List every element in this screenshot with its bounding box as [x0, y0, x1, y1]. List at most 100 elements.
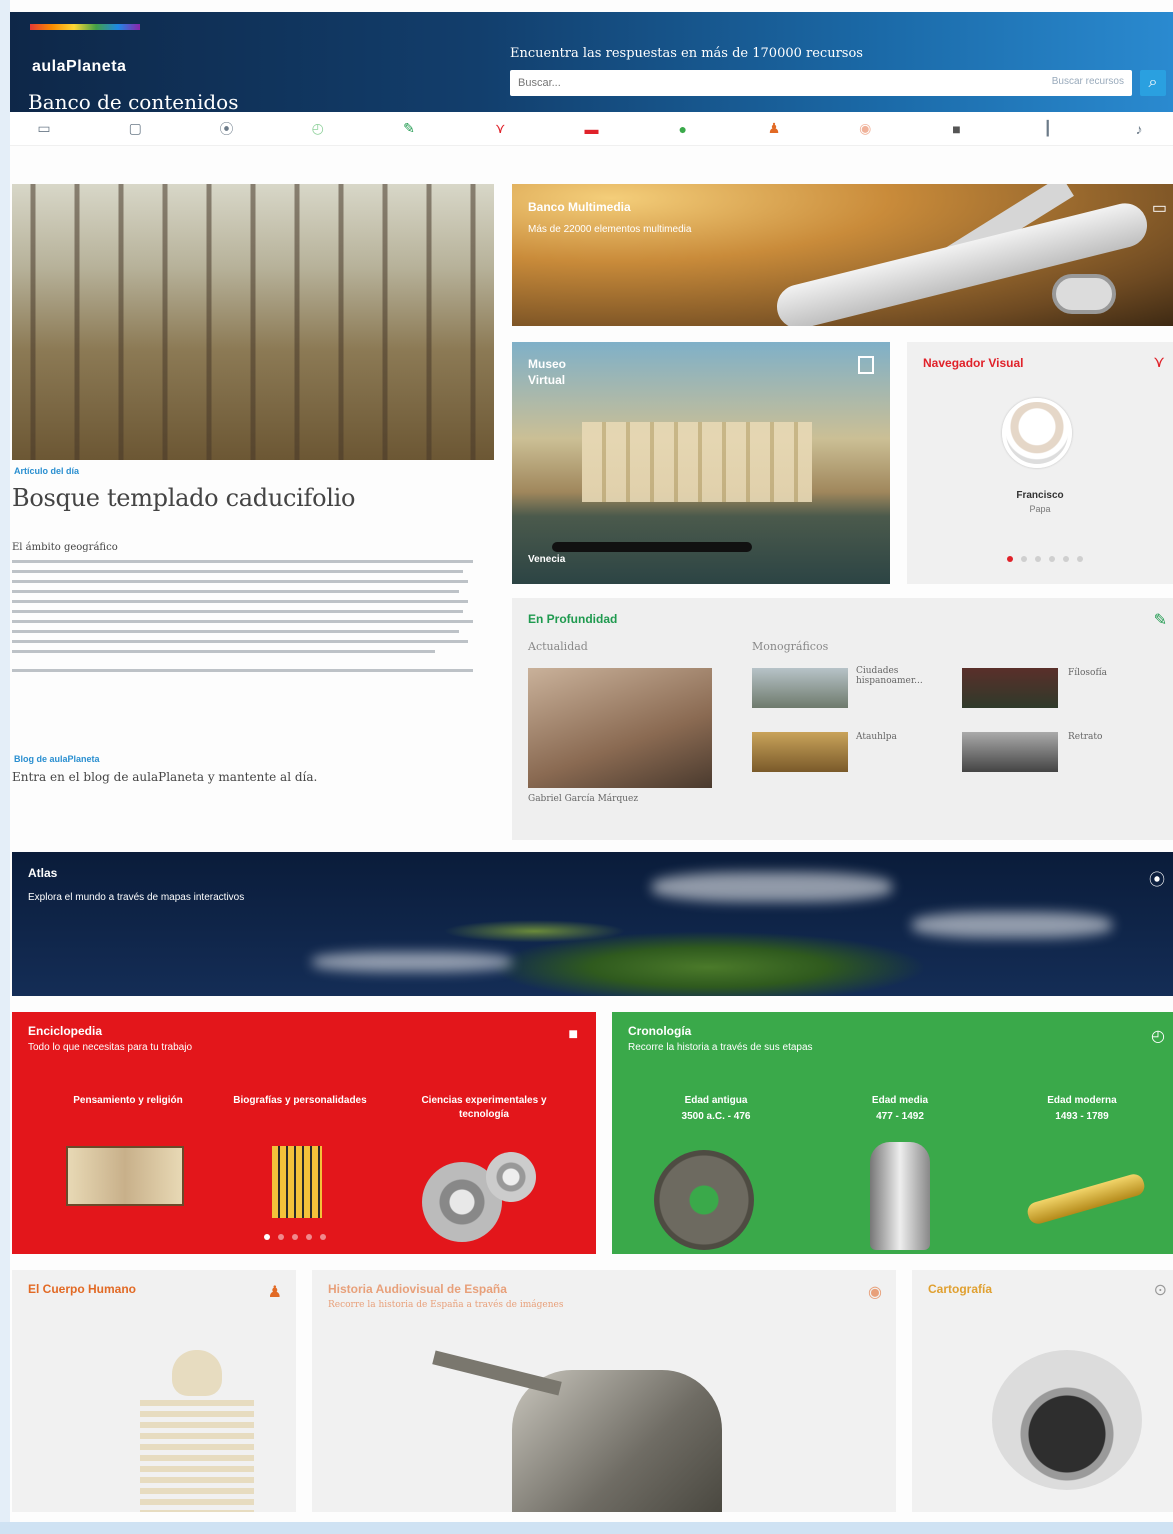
- pushpin-icon: ✎: [1153, 612, 1167, 629]
- period-range: 3500 a.C. - 476: [681, 1111, 751, 1122]
- brand-stripe: [30, 24, 140, 30]
- forest-image[interactable]: [12, 184, 494, 460]
- enciclopedia-card[interactable]: Enciclopedia Todo lo que necesitas para …: [12, 1012, 596, 1254]
- bag-icon[interactable]: ■: [945, 121, 969, 137]
- cartografia-card[interactable]: Cartografía ⊙: [912, 1270, 1173, 1512]
- search-caption: Encuentra las respuestas en más de 17000…: [510, 46, 863, 61]
- museo-caption: Venecia: [528, 554, 566, 565]
- monitor-icon: ▭: [1151, 200, 1167, 217]
- navegador-visual-card[interactable]: Navegador Visual ⋎ Francisco Papa: [907, 342, 1173, 584]
- bag-icon: ■: [568, 1026, 578, 1043]
- blog-tag: Blog de aulaPlaneta: [14, 754, 100, 764]
- multimedia-title: Banco Multimedia: [528, 200, 631, 214]
- monografico-thumb[interactable]: [962, 732, 1058, 772]
- carto-title: Cartografía: [928, 1282, 993, 1296]
- multimedia-subtitle: Más de 22000 elementos multimedia: [528, 224, 692, 235]
- period-range: 1493 - 1789: [1055, 1111, 1109, 1122]
- skeleton-image: [172, 1350, 222, 1396]
- actualidad-photo[interactable]: [528, 668, 712, 788]
- monografico-label[interactable]: Atauhlpa: [856, 732, 897, 742]
- cuerpo-title: El Cuerpo Humano: [28, 1282, 137, 1296]
- article-title[interactable]: Bosque templado caducifolio: [12, 484, 355, 512]
- clock-icon: ◴: [1151, 1028, 1165, 1045]
- article-of-day-tag: Artículo del día: [14, 466, 80, 476]
- article-subtitle: El ámbito geográfico: [12, 542, 118, 553]
- cloud-shape: [312, 952, 512, 972]
- search-scope-select[interactable]: Buscar recursos: [1052, 76, 1124, 87]
- search-box: Buscar recursos: [510, 70, 1132, 96]
- period-name[interactable]: Edad media: [820, 1094, 980, 1108]
- multimedia-card[interactable]: Banco Multimedia Más de 22000 elementos …: [512, 184, 1173, 326]
- frame-icon[interactable]: ▢: [123, 120, 147, 137]
- ribcage-shape: [140, 1400, 254, 1512]
- atlas-card[interactable]: Atlas Explora el mundo a través de mapas…: [12, 852, 1173, 996]
- period-name[interactable]: Edad antigua: [636, 1094, 796, 1108]
- cloud-shape: [652, 872, 892, 902]
- eye-icon[interactable]: ◉: [853, 120, 877, 137]
- clock-icon[interactable]: ◴: [306, 120, 330, 137]
- category-title[interactable]: Biografías y personalidades: [220, 1094, 380, 1108]
- monografico-label[interactable]: Fílosofía: [1068, 668, 1107, 678]
- network-icon[interactable]: ⋎: [488, 120, 512, 137]
- armor-image: [870, 1142, 930, 1250]
- cloud-shape: [912, 912, 1112, 938]
- cronologia-card[interactable]: Cronología Recorre la historia a través …: [612, 1012, 1173, 1254]
- historia-subtitle: Recorre la historia de España a través d…: [328, 1300, 564, 1310]
- chart-icon[interactable]: ┃: [1036, 120, 1060, 137]
- music-icon[interactable]: ♪: [1127, 121, 1151, 137]
- cronologia-title: Cronología: [628, 1024, 692, 1038]
- blog-link[interactable]: Entra en el blog de aulaPlaneta y manten…: [12, 770, 317, 784]
- category-title[interactable]: Ciencias experimentales y tecnología: [404, 1094, 564, 1122]
- pin-icon: ⦿: [1148, 872, 1165, 889]
- footer-strip: [0, 1522, 1173, 1534]
- atlas-subtitle: Explora el mundo a través de mapas inter…: [28, 892, 245, 903]
- en-profundidad-card: En Profundidad ✎ Actualidad Monográficos…: [512, 598, 1173, 840]
- carousel-dots[interactable]: [264, 1234, 326, 1240]
- monografico-thumb[interactable]: [962, 668, 1058, 708]
- carousel-dots[interactable]: [1007, 556, 1083, 562]
- frame-icon: [858, 356, 874, 374]
- book-icon[interactable]: ▬: [580, 121, 604, 137]
- person-avatar[interactable]: [1002, 398, 1072, 468]
- category-title[interactable]: Pensamiento y religión: [48, 1094, 208, 1108]
- stone-wheel-image: [654, 1150, 754, 1250]
- person-role: Papa: [1029, 504, 1051, 514]
- article-body: [12, 560, 482, 679]
- network-icon: ⋎: [1153, 354, 1165, 371]
- cronologia-subtitle: Recorre la historia a través de sus etap…: [628, 1042, 813, 1053]
- period-name[interactable]: Edad moderna: [1002, 1094, 1162, 1108]
- statue-arm: [432, 1350, 562, 1396]
- pencils-image: [272, 1146, 322, 1218]
- book-image: [66, 1146, 184, 1206]
- historia-audiovisual-card[interactable]: Historia Audiovisual de España Recorre l…: [312, 1270, 896, 1512]
- header: aulaPlaneta Banco de contenidos Encuentr…: [10, 12, 1173, 114]
- search-input[interactable]: [510, 70, 990, 96]
- period-range: 477 - 1492: [876, 1111, 924, 1122]
- cuerpo-humano-card[interactable]: El Cuerpo Humano ♟: [12, 1270, 296, 1512]
- enciclopedia-title: Enciclopedia: [28, 1024, 103, 1038]
- monografico-thumb[interactable]: [752, 668, 848, 708]
- search-button[interactable]: ⌕: [1140, 70, 1166, 96]
- monitor-icon[interactable]: ▭: [32, 120, 56, 137]
- person-icon[interactable]: ♟: [762, 120, 786, 137]
- monografico-label[interactable]: Ciudades hispanoamer...: [856, 666, 956, 686]
- page: aulaPlaneta Banco de contenidos Encuentr…: [10, 0, 1173, 1534]
- enciclopedia-subtitle: Todo lo que necesitas para tu trabajo: [28, 1042, 192, 1053]
- museo-virtual-card[interactable]: Museo Virtual Venecia: [512, 342, 890, 584]
- actualidad-label: Actualidad: [528, 640, 588, 653]
- person-icon: ♟: [267, 1284, 282, 1301]
- gears-image: [486, 1152, 536, 1202]
- logo[interactable]: aulaPlaneta: [32, 58, 126, 76]
- navegador-title: Navegador Visual: [923, 356, 1024, 370]
- globe-icon[interactable]: ●: [671, 121, 695, 137]
- compass-image: [992, 1350, 1142, 1490]
- monografico-thumb[interactable]: [752, 732, 848, 772]
- person-name: Francisco: [1016, 490, 1064, 501]
- eye-icon: ◉: [868, 1284, 882, 1301]
- palace-painting: [582, 422, 812, 502]
- pin-icon[interactable]: ⦿: [215, 119, 239, 139]
- pushpin-icon[interactable]: ✎: [397, 120, 421, 137]
- monografico-label[interactable]: Retrato: [1068, 732, 1102, 742]
- monograficos-label: Monográficos: [752, 640, 829, 653]
- actualidad-caption[interactable]: Gabriel García Márquez: [528, 794, 638, 804]
